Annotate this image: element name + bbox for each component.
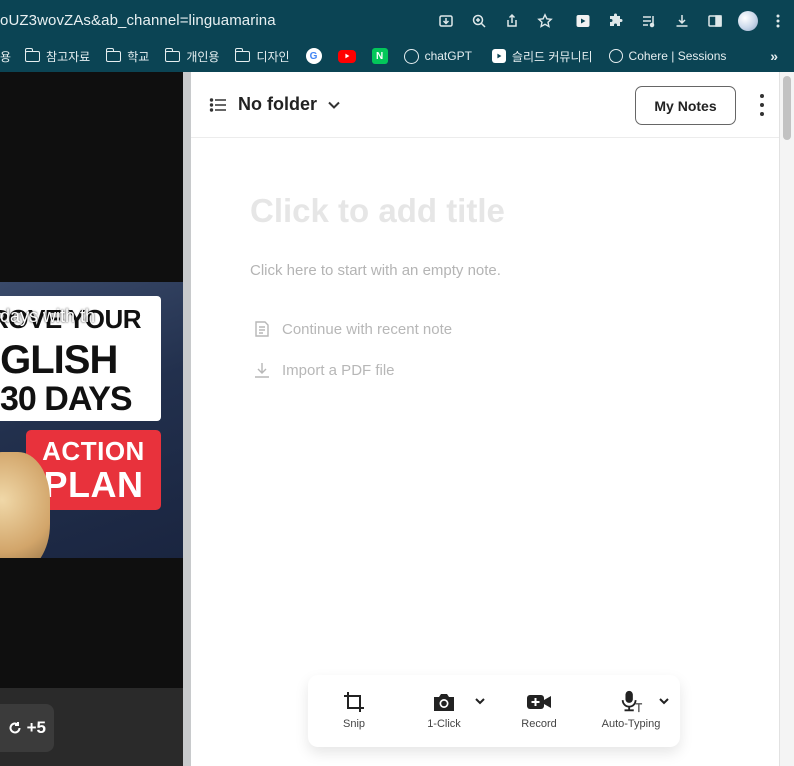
bookmark-label: chatGPT — [424, 49, 472, 63]
skip-forward-button[interactable]: +5 — [0, 704, 54, 752]
camera-icon — [434, 694, 454, 711]
scrollbar-track[interactable] — [779, 72, 794, 766]
bookmarks-bar: 용 참고자료 학교 개인용 디자인 G N chatGPT 슬리드 커뮤니티 C — [0, 40, 794, 72]
browser-menu-icon[interactable] — [766, 9, 790, 33]
side-panel-icon[interactable] — [703, 9, 727, 33]
chevron-down-icon — [328, 101, 340, 109]
badge-line-1: ACTION — [42, 436, 145, 466]
extensions-puzzle-icon[interactable] — [604, 9, 628, 33]
bookmark-google[interactable]: G — [302, 44, 326, 68]
skip-label: +5 — [26, 718, 46, 737]
more-bookmarks-label: » — [770, 48, 778, 64]
more-bookmarks-button[interactable]: » — [766, 44, 782, 68]
list-icon — [209, 97, 226, 112]
rotate-icon — [9, 722, 21, 734]
folder-icon — [24, 47, 41, 62]
scrollbar-thumb[interactable] — [783, 76, 791, 140]
folder-icon — [105, 47, 122, 62]
pane-divider[interactable] — [183, 72, 191, 766]
note-document-icon — [255, 321, 269, 337]
chevron-down-icon[interactable] — [658, 695, 670, 707]
video-camera-icon — [527, 695, 551, 709]
note-title-placeholder[interactable]: Click to add title — [250, 192, 505, 230]
install-app-icon[interactable] — [434, 9, 458, 33]
capture-toolbar: Snip 1-Click Record Auto-Typing — [308, 675, 680, 747]
bookmark-chatgpt[interactable]: chatGPT — [400, 44, 476, 68]
one-click-label: 1-Click — [427, 718, 461, 730]
folder-icon — [234, 47, 251, 62]
bookmark-youtube[interactable] — [334, 44, 360, 68]
bookmark-star-icon[interactable] — [533, 9, 557, 33]
address-bar-actions — [434, 8, 794, 34]
microphone-icon — [621, 690, 643, 713]
bookmark-label: 개인용 — [186, 49, 220, 64]
record-label: Record — [521, 718, 557, 730]
bookmark-label: 학교 — [127, 49, 150, 64]
snip-label: Snip — [342, 718, 366, 730]
option-label: Import a PDF file — [282, 361, 395, 379]
browser-address-bar: oUZ3wovZAs&ab_channel=linguamarina — [0, 0, 794, 40]
more-options-icon[interactable] — [757, 94, 767, 116]
bookmark-label: Cohere | Sessions — [628, 49, 727, 63]
bookmark-folder[interactable]: 개인용 — [161, 44, 223, 68]
bookmark-cohere[interactable]: Cohere | Sessions — [605, 44, 731, 68]
bookmark-folder[interactable]: 참고자료 — [21, 44, 94, 68]
record-button[interactable]: Record — [516, 689, 562, 730]
video-extension-icon[interactable] — [571, 9, 595, 33]
media-queue-icon[interactable] — [637, 9, 661, 33]
profile-avatar[interactable] — [736, 9, 760, 33]
bookmark-label: 디자인 — [256, 49, 290, 64]
cohere-icon — [608, 49, 623, 63]
slid-icon — [491, 49, 506, 63]
download-icon[interactable] — [670, 9, 694, 33]
thumbnail-title-line-3: 30 DAYS — [0, 380, 133, 418]
folder-selector[interactable]: No folder — [209, 94, 341, 115]
video-player[interactable]: ROVE YOUR IGLISH 30 DAYS days with th AC… — [0, 72, 183, 766]
bookmark-naver[interactable]: N — [368, 44, 392, 68]
video-caption: days with th — [0, 306, 96, 326]
video-thumbnail: ROVE YOUR IGLISH 30 DAYS days with th AC… — [0, 282, 183, 558]
auto-typing-button[interactable]: Auto-Typing — [596, 689, 666, 730]
thumbnail-title-line-2: IGLISH — [0, 338, 118, 382]
folder-label: No folder — [238, 94, 317, 114]
chevron-down-icon[interactable] — [474, 695, 486, 707]
snip-button[interactable]: Snip — [334, 689, 374, 730]
continue-recent-note-option[interactable]: Continue with recent note — [253, 320, 452, 338]
my-notes-button[interactable]: My Notes — [635, 86, 736, 125]
one-click-button[interactable]: 1-Click — [422, 689, 466, 730]
crop-icon — [344, 692, 364, 712]
bookmark-slid[interactable]: 슬리드 커뮤니티 — [488, 44, 597, 68]
import-pdf-option[interactable]: Import a PDF file — [253, 361, 395, 379]
openai-icon — [403, 48, 419, 64]
notes-panel: No folder My Notes Click to add title Cl… — [191, 72, 779, 766]
bookmark-label: 슬리드 커뮤니티 — [511, 49, 593, 64]
naver-icon: N — [371, 48, 388, 64]
option-label: Continue with recent note — [282, 320, 453, 338]
bookmark-label: 참고자료 — [46, 49, 91, 64]
auto-typing-label: Auto-Typing — [601, 718, 661, 730]
share-icon[interactable] — [500, 9, 524, 33]
folder-icon — [164, 47, 181, 62]
bookmark-label: 용 — [0, 49, 12, 64]
google-icon: G — [305, 48, 322, 64]
zoom-icon[interactable] — [467, 9, 491, 33]
youtube-icon — [337, 49, 356, 63]
bookmark-folder[interactable]: 학교 — [102, 44, 153, 68]
url-text[interactable]: oUZ3wovZAs&ab_channel=linguamarina — [0, 12, 276, 29]
bookmark-folder[interactable]: 용 — [0, 44, 15, 68]
notes-header: No folder My Notes — [191, 72, 779, 138]
bookmark-folder[interactable]: 디자인 — [231, 44, 293, 68]
note-body-placeholder[interactable]: Click here to start with an empty note. — [250, 262, 501, 279]
download-icon — [255, 363, 269, 378]
